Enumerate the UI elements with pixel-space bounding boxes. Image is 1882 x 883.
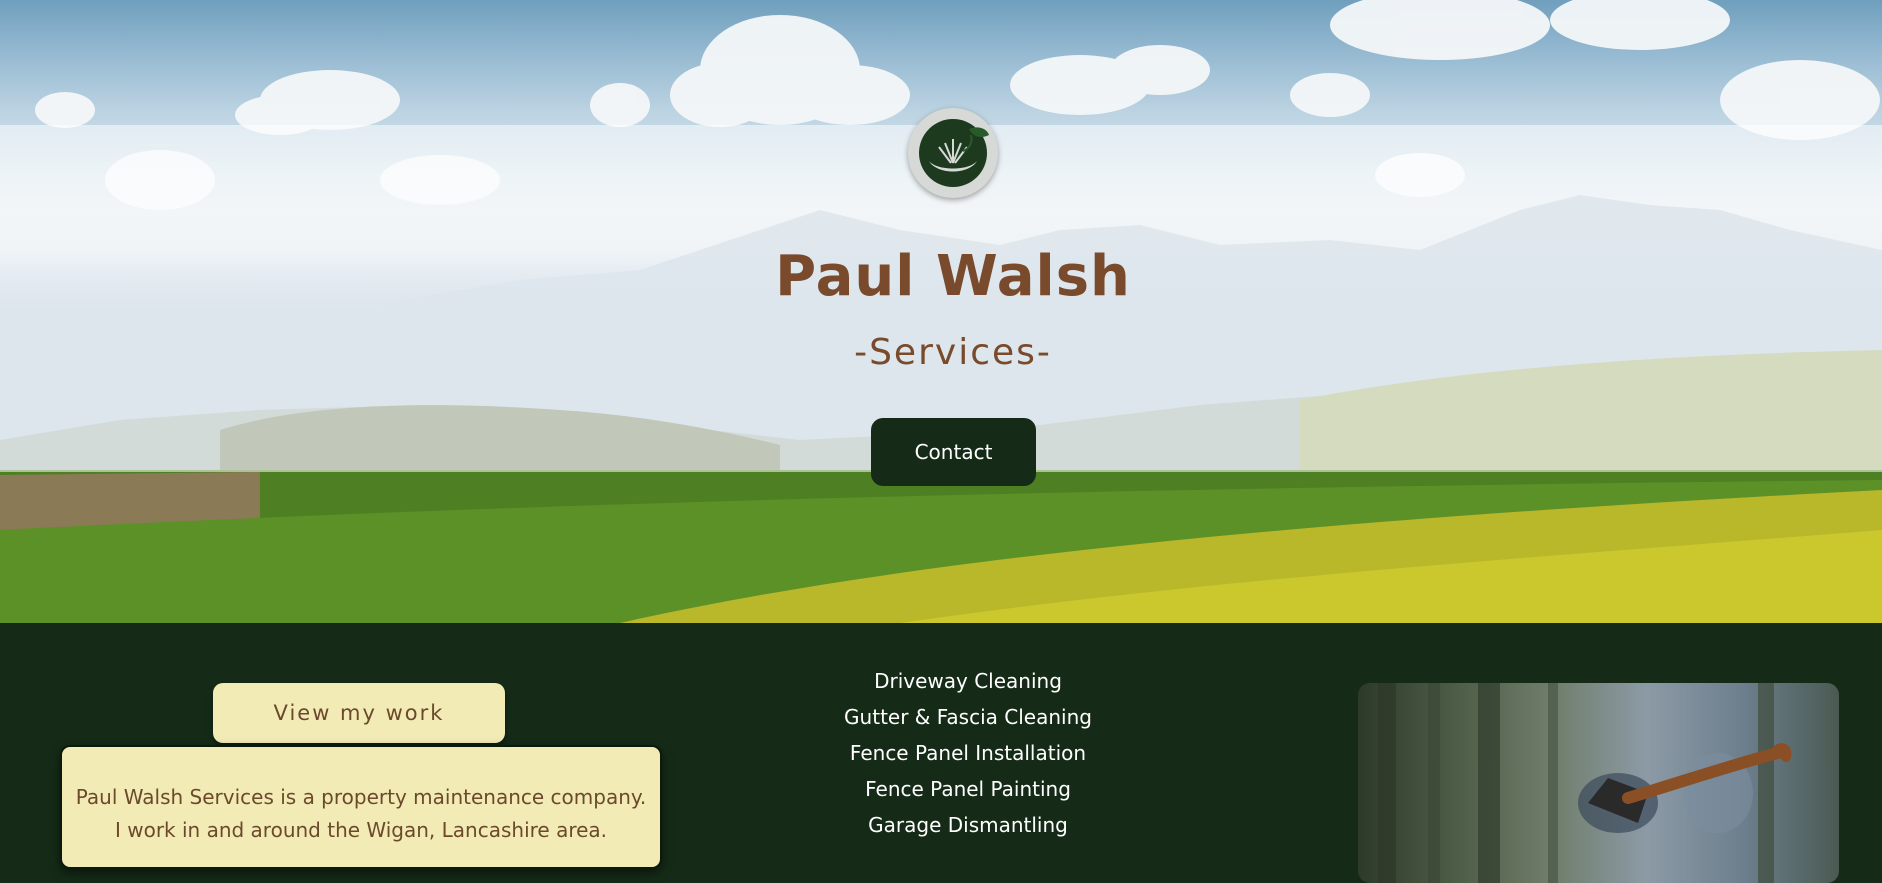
site-title: Paul Walsh (775, 244, 1131, 309)
about-card: Paul Walsh Services is a property mainte… (60, 745, 662, 869)
hero-section: Paul Walsh -Services- Contact (0, 0, 1882, 623)
service-item: Gutter & Fascia Cleaning (844, 705, 1092, 729)
service-item: Fence Panel Painting (865, 777, 1071, 801)
service-item: Driveway Cleaning (874, 669, 1062, 693)
site-subtitle: -Services- (854, 332, 1052, 373)
service-item: Fence Panel Installation (849, 741, 1087, 765)
services-list: Driveway Cleaning Gutter & Fascia Cleani… (818, 666, 1118, 846)
about-text-line-2: I work in and around the Wigan, Lancashi… (114, 818, 608, 842)
grass-leaf-logo-icon (908, 108, 998, 198)
contact-button[interactable]: Contact (871, 418, 1036, 486)
service-item: Garage Dismantling (868, 813, 1068, 837)
axe-in-stump-photo (1358, 683, 1839, 883)
about-text-line-1: Paul Walsh Services is a property mainte… (75, 785, 647, 809)
view-my-work-button[interactable]: View my work (213, 683, 505, 743)
